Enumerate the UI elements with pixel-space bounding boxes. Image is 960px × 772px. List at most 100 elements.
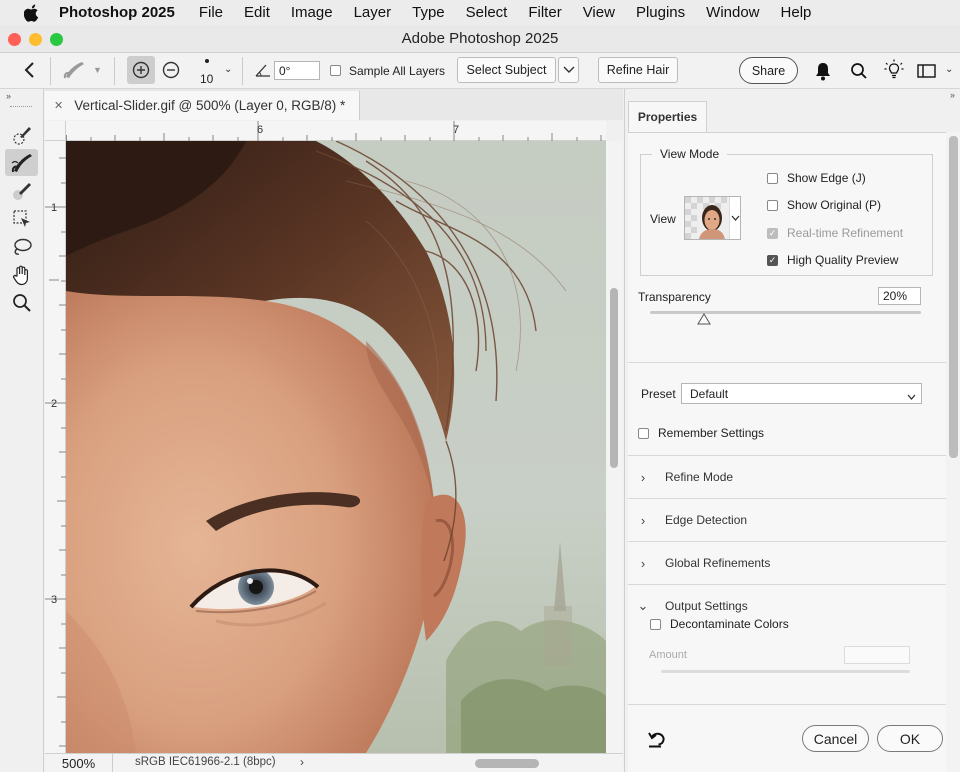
scroll-thumb[interactable] (949, 136, 958, 458)
edge-detection-label: Edge Detection (665, 513, 748, 527)
canvas-vertical-scrollbar[interactable] (606, 141, 623, 753)
search-icon[interactable] (850, 62, 868, 83)
show-edge-row[interactable]: Show Edge (J) (767, 171, 866, 185)
high-quality-preview-label: High Quality Preview (787, 253, 899, 267)
amount-label: Amount (649, 649, 687, 661)
menu-window[interactable]: Window (706, 4, 759, 21)
cancel-button[interactable]: Cancel (802, 725, 869, 752)
add-circle-icon (132, 61, 150, 79)
brush-tool[interactable] (5, 177, 38, 204)
refine-edge-brush-tool[interactable] (5, 149, 38, 176)
amount-slider-track (661, 670, 910, 673)
properties-tab[interactable]: Properties (628, 101, 707, 132)
horizontal-ruler[interactable]: 6 7 (66, 121, 606, 141)
share-button[interactable]: Share (739, 57, 798, 84)
color-profile-info[interactable]: sRGB IEC61966-2.1 (8bpc) (135, 756, 276, 768)
ruler-ticks (45, 157, 66, 747)
quick-selection-tool[interactable] (5, 121, 38, 148)
realtime-refinement-checkbox: ✓ (767, 227, 778, 239)
transparency-slider[interactable] (650, 311, 921, 327)
high-quality-preview-row[interactable]: ✓ High Quality Preview (767, 253, 898, 267)
menu-filter[interactable]: Filter (528, 4, 561, 21)
subtract-from-selection-button[interactable] (161, 60, 181, 83)
close-tab-icon[interactable]: ✕ (54, 99, 63, 112)
preset-dropdown[interactable]: Default (681, 383, 922, 404)
show-original-row[interactable]: Show Original (P) (767, 198, 881, 212)
refine-mode-section[interactable]: › Refine Mode (628, 455, 946, 498)
scroll-thumb[interactable] (610, 288, 618, 468)
workspace-chevron-down-icon[interactable]: ⌄ (945, 64, 953, 75)
brush-size-value[interactable]: 10 (200, 72, 213, 86)
hand-icon (12, 265, 28, 285)
apple-icon[interactable] (22, 4, 42, 22)
ruler-label-1: 1 (51, 202, 58, 214)
collapse-double-chevron-icon[interactable]: ›› (6, 91, 11, 101)
window-title: Adobe Photoshop 2025 (401, 30, 559, 47)
divider (628, 362, 946, 363)
bell-icon[interactable] (814, 61, 832, 84)
menu-view[interactable]: View (583, 4, 615, 21)
menu-file[interactable]: File (199, 4, 223, 21)
zoom-tool[interactable] (5, 289, 38, 316)
back-chevron-icon[interactable] (22, 60, 38, 83)
reset-undo-icon[interactable] (647, 730, 667, 751)
workspace-icon[interactable] (917, 63, 937, 82)
menu-app-name[interactable]: Photoshop 2025 (59, 4, 175, 21)
decontaminate-colors-checkbox[interactable] (650, 618, 661, 630)
minimize-window-button[interactable] (29, 33, 42, 46)
menu-layer[interactable]: Layer (354, 4, 392, 21)
divider (114, 57, 115, 85)
select-subject-dropdown[interactable] (558, 57, 579, 83)
document-tab[interactable]: ✕ Vertical-Slider.gif @ 500% (Layer 0, R… (45, 91, 360, 120)
remember-settings-checkbox[interactable] (638, 427, 649, 439)
edge-detection-section[interactable]: › Edge Detection (628, 498, 946, 541)
panel-grip[interactable] (10, 106, 32, 108)
ok-button[interactable]: OK (877, 725, 943, 752)
menu-image[interactable]: Image (291, 4, 333, 21)
angle-input[interactable]: 0° (274, 61, 320, 80)
document-canvas[interactable] (66, 141, 606, 753)
panel-scrollbar[interactable] (946, 132, 960, 772)
show-edge-checkbox[interactable] (767, 172, 778, 184)
menu-edit[interactable]: Edit (244, 4, 270, 21)
lightbulb-icon[interactable] (884, 59, 904, 84)
zoom-window-button[interactable] (50, 33, 63, 46)
high-quality-preview-checkbox[interactable]: ✓ (767, 254, 778, 266)
close-window-button[interactable] (8, 33, 21, 46)
remember-settings-row[interactable]: Remember Settings (638, 426, 764, 440)
zoom-level-field[interactable]: 500% (45, 754, 113, 772)
collapse-double-chevron-icon[interactable]: ›› (950, 90, 955, 100)
select-subject-button[interactable]: Select Subject (457, 57, 556, 83)
tools-panel: ›› (0, 89, 44, 772)
global-refinements-section[interactable]: › Global Refinements (628, 541, 946, 584)
menu-bar: Photoshop 2025 File Edit Image Layer Typ… (0, 0, 960, 25)
chevron-down-icon (563, 66, 574, 73)
horizontal-scroll-thumb[interactable] (475, 759, 539, 768)
show-original-checkbox[interactable] (767, 199, 778, 211)
divider (628, 704, 946, 705)
show-original-label: Show Original (P) (787, 198, 882, 212)
vertical-ruler[interactable]: 1 2 3 (45, 141, 66, 753)
menu-type[interactable]: Type (412, 4, 445, 21)
menu-help[interactable]: Help (781, 4, 812, 21)
view-mode-dropdown[interactable] (684, 196, 741, 240)
options-bar: ▼ 10 ⌄ 0° Sample All Layers Select Subje… (0, 53, 960, 89)
status-info-chevron-right-icon[interactable]: › (300, 755, 304, 769)
hand-tool[interactable] (5, 261, 38, 288)
transparency-input[interactable]: 20% (878, 287, 921, 305)
brush-size-chevron-down-icon[interactable]: ⌄ (224, 64, 232, 75)
menu-plugins[interactable]: Plugins (636, 4, 685, 21)
slider-thumb[interactable] (697, 313, 712, 325)
brush-preset-icon[interactable] (62, 59, 92, 84)
brush-preset-chevron-down-icon[interactable]: ▼ (93, 65, 102, 75)
lasso-tool[interactable] (5, 233, 38, 260)
decontaminate-colors-row[interactable]: Decontaminate Colors (650, 617, 789, 631)
refine-hair-button[interactable]: Refine Hair (598, 57, 678, 83)
add-to-selection-button[interactable] (127, 56, 155, 84)
object-selection-tool[interactable] (5, 205, 38, 232)
properties-panel: ›› Properties View Mode View Show Edge (… (624, 89, 960, 772)
menu-select[interactable]: Select (466, 4, 508, 21)
transparency-label: Transparency (638, 290, 711, 304)
ruler-origin[interactable] (45, 121, 66, 141)
sample-all-layers-checkbox[interactable] (330, 65, 341, 76)
